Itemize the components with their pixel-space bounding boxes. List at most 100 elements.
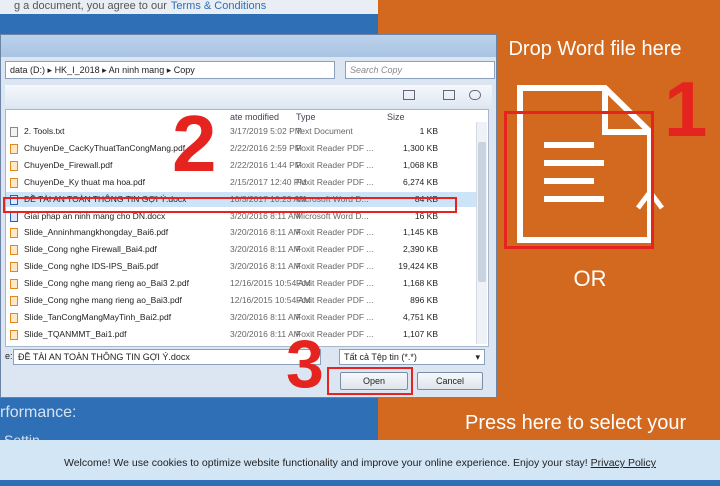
performance-label: rformance: — [0, 404, 77, 421]
file-type: Foxit Reader PDF ... — [296, 278, 374, 289]
step-2-label: 2 — [172, 99, 217, 188]
file-list-scrollbar[interactable] — [476, 122, 487, 344]
view-options-icon[interactable] — [403, 90, 415, 100]
column-type[interactable]: Type — [296, 112, 316, 122]
file-date: 3/20/2016 8:11 AM — [230, 311, 301, 322]
file-type: Foxit Reader PDF ... — [296, 261, 374, 272]
file-date: 3/20/2016 8:11 AM — [230, 261, 301, 272]
step-3-label: 3 — [286, 326, 324, 402]
file-row[interactable]: Slide_Anninhmangkhongday_Bai6.pdf 3/20/20… — [6, 225, 476, 240]
privacy-policy-link[interactable]: Privacy Policy — [591, 457, 656, 469]
file-name: Slide_TanCongMangMayTinh_Bai2.pdf — [24, 311, 172, 322]
file-date: 3/20/2016 8:11 AM — [230, 244, 301, 255]
file-type: Text Document — [296, 126, 353, 136]
file-size: 896 KB — [410, 295, 438, 305]
open-file-dialog: data (D:) ▸ HK_I_2018 ▸ An ninh mang ▸ C… — [0, 34, 497, 398]
file-name: Slide_Anninhmangkhongday_Bai6.pdf — [24, 227, 169, 238]
file-type: Foxit Reader PDF ... — [296, 311, 374, 322]
pdf-file-icon — [10, 312, 18, 323]
file-name: Slide_Cong nghe mang rieng ao_Bai3.pdf — [24, 295, 182, 305]
pdf-file-icon — [10, 329, 18, 340]
word-file-icon — [10, 211, 18, 222]
file-date: 3/20/2016 8:11 AM — [230, 227, 301, 238]
address-segment-drive[interactable]: data (D:) — [10, 65, 45, 75]
file-type-value: Tất cả Tệp tin (*.*) — [344, 352, 417, 362]
cookie-banner: Welcome! We use cookies to optimize webs… — [0, 440, 720, 480]
file-size: 1,068 KB — [403, 159, 438, 170]
step-1-label: 1 — [664, 65, 708, 153]
dialog-title-bar[interactable] — [1, 35, 496, 57]
pdf-file-icon — [10, 228, 18, 239]
scrollbar-thumb[interactable] — [478, 142, 486, 282]
filename-label: e: — [5, 351, 13, 361]
chevron-right-icon: ▸ — [47, 65, 55, 75]
select-file-button[interactable]: Press here to select your — [465, 412, 720, 435]
file-size: 6,274 KB — [403, 176, 438, 187]
file-size: 1,145 KB — [403, 227, 438, 238]
file-row[interactable]: 2. Tools.txt 3/17/2019 5:02 PM Text Docume… — [6, 124, 476, 139]
file-row[interactable]: ChuyenDe_CacKyThuatTanCongMang.pdf 2/22/2… — [6, 141, 476, 156]
column-size[interactable]: Size — [387, 112, 405, 122]
selected-file-highlight — [3, 197, 457, 213]
help-icon[interactable] — [469, 90, 481, 100]
file-list: ate modified Type Size 2. Tools.txt 3/17/… — [5, 109, 489, 347]
file-type: Foxit Reader PDF ... — [296, 227, 374, 238]
pdf-file-icon — [10, 262, 18, 273]
text-file-icon — [10, 127, 18, 137]
file-name: Slide_Cong nghe IDS-IPS_Bai5.pdf — [24, 261, 159, 272]
cancel-button[interactable]: Cancel — [417, 372, 483, 390]
preview-pane-icon[interactable] — [443, 90, 455, 100]
file-date: 2/22/2016 2:59 PM — [230, 142, 302, 153]
file-size: 1 KB — [419, 126, 438, 136]
file-row[interactable]: ChuyenDe_Ky thuat ma hoa.pdf 2/15/2017 12… — [6, 175, 476, 190]
file-size: 1,168 KB — [403, 278, 438, 289]
address-segment-folder2[interactable]: An ninh mang — [109, 65, 165, 75]
drop-title: Drop Word file here — [508, 38, 682, 60]
file-type: Foxit Reader PDF ... — [296, 142, 374, 153]
file-name: Slide_TQANMMT_Bai1.pdf — [24, 328, 127, 339]
file-row[interactable]: Slide_TanCongMangMayTinh_Bai2.pdf 3/20/20… — [6, 310, 476, 325]
drop-icon-highlight — [504, 111, 654, 249]
terms-strip: g a document, you agree to our Terms & Co… — [0, 0, 378, 14]
pdf-file-icon — [10, 279, 18, 290]
terms-link[interactable]: Terms & Conditions — [167, 0, 266, 12]
cookie-message: Welcome! We use cookies to optimize webs… — [64, 457, 588, 469]
address-row: data (D:) ▸ HK_I_2018 ▸ An ninh mang ▸ C… — [5, 61, 495, 81]
file-name: Slide_Cong nghe Firewall_Bai4.pdf — [24, 244, 157, 255]
address-segment-folder3[interactable]: Copy — [174, 65, 195, 75]
pdf-file-icon — [10, 177, 18, 188]
file-size: 1,107 KB — [403, 328, 438, 339]
chevron-right-icon: ▸ — [166, 65, 174, 75]
file-date: 2/22/2016 1:44 PM — [230, 159, 302, 170]
file-type: Foxit Reader PDF ... — [296, 244, 374, 255]
file-size: 1,300 KB — [403, 142, 438, 153]
file-row[interactable]: Slide_TQANMMT_Bai1.pdf 3/20/2016 8:11 AM F… — [6, 327, 476, 342]
file-type: Foxit Reader PDF ... — [296, 295, 374, 305]
column-date-modified[interactable]: ate modified — [230, 112, 279, 122]
address-segment-folder1[interactable]: HK_I_2018 — [55, 65, 100, 75]
file-type: Foxit Reader PDF ... — [296, 176, 374, 187]
file-row[interactable]: Slide_Cong nghe Firewall_Bai4.pdf 3/20/20… — [6, 242, 476, 257]
dialog-toolbar — [5, 85, 492, 107]
filename-input[interactable]: ĐỀ TÀI AN TOÀN THÔNG TIN GỢI Ý.docx — [13, 349, 321, 365]
pdf-file-icon — [10, 143, 18, 154]
pdf-file-icon — [10, 296, 18, 306]
pdf-file-icon — [10, 245, 18, 256]
file-type-select[interactable]: Tất cả Tệp tin (*.*) ▾ — [339, 349, 485, 365]
open-button-highlight — [327, 367, 413, 395]
chevron-down-icon: ▾ — [475, 352, 480, 362]
file-size: 19,424 KB — [398, 261, 438, 272]
file-row[interactable]: Slide_Cong nghe mang rieng ao_Bai3 2.pdf… — [6, 276, 476, 291]
file-row[interactable]: Slide_Cong nghe IDS-IPS_Bai5.pdf 3/20/201… — [6, 259, 476, 274]
file-size: 4,751 KB — [403, 311, 438, 322]
file-row[interactable]: Slide_Cong nghe mang rieng ao_Bai3.pdf 12… — [6, 293, 476, 308]
file-row[interactable]: ChuyenDe_Firewall.pdf 2/22/2016 1:44 PM Fo… — [6, 158, 476, 173]
address-bar[interactable]: data (D:) ▸ HK_I_2018 ▸ An ninh mang ▸ C… — [5, 61, 335, 79]
or-label: OR — [573, 266, 607, 291]
terms-text: g a document, you agree to our — [14, 0, 167, 12]
pdf-file-icon — [10, 160, 18, 171]
file-date: 3/17/2019 5:02 PM — [230, 126, 302, 136]
search-input[interactable]: Search Copy — [345, 61, 495, 79]
file-size: 2,390 KB — [403, 244, 438, 255]
file-name: Slide_Cong nghe mang rieng ao_Bai3 2.pdf — [24, 278, 189, 289]
